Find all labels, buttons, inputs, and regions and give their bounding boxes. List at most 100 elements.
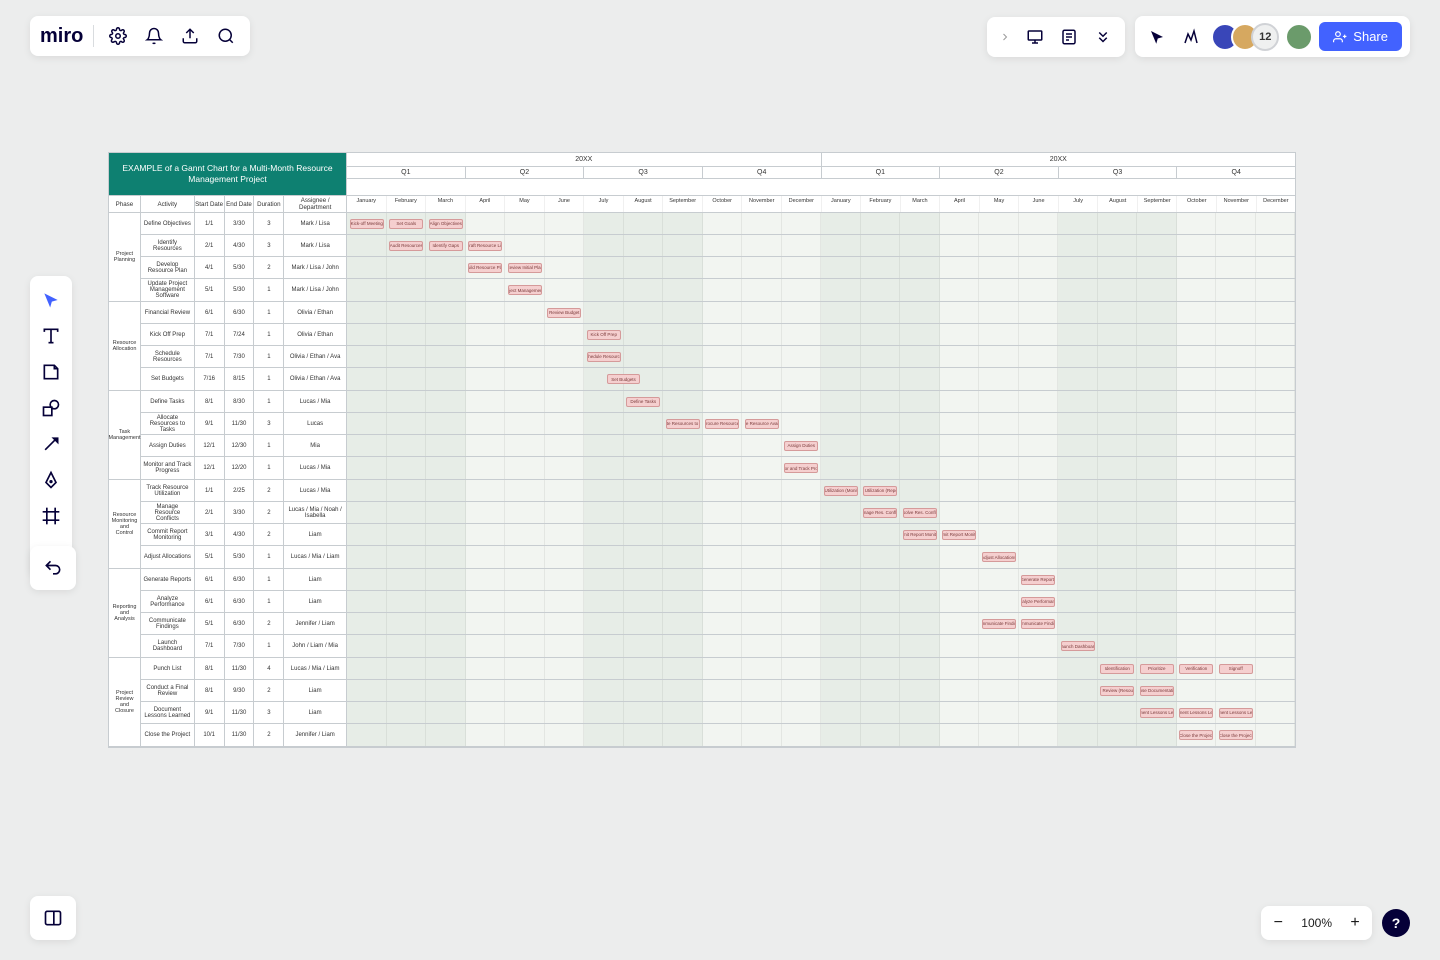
table-row[interactable]: Schedule Resources7/17/301Olivia / Ethan… (141, 346, 1295, 368)
gantt-bar[interactable]: Signoff (1219, 664, 1253, 674)
table-row[interactable]: Define Objectives1/13/303Mark / LisaKick… (141, 213, 1295, 235)
table-row[interactable]: Launch Dashboard7/17/301John / Liam / Mi… (141, 635, 1295, 657)
hide-panels-icon[interactable] (1089, 23, 1117, 51)
table-row[interactable]: Develop Resource Plan4/15/302Mark / Lisa… (141, 257, 1295, 279)
gantt-bar[interactable]: Close the Project (1179, 730, 1213, 740)
frames-panel-button[interactable] (30, 896, 76, 940)
table-row[interactable]: Document Lessons Learned9/111/303LiamDoc… (141, 702, 1295, 724)
undo-button[interactable] (36, 552, 70, 584)
cursor-icon[interactable] (1143, 23, 1171, 51)
table-row[interactable]: Financial Review6/16/301Olivia / EthanRe… (141, 302, 1295, 324)
gantt-bar[interactable]: Document Lessons Learned (1179, 708, 1213, 718)
tool-text[interactable] (34, 320, 68, 352)
comments-icon[interactable] (1055, 23, 1083, 51)
gantt-bar[interactable]: Commit Report Monitoring (942, 530, 976, 540)
share-button[interactable]: Share (1319, 22, 1402, 51)
gantt-bar[interactable]: Manage Res. Conflicts (863, 508, 897, 518)
gantt-bar[interactable]: Prioritize (1140, 664, 1174, 674)
table-row[interactable]: Close the Project10/111/302Jennifer / Li… (141, 724, 1295, 746)
table-row[interactable]: Conduct a Final Review8/19/302LiamFinal … (141, 680, 1295, 702)
gantt-bar[interactable]: Align Objectives (429, 219, 463, 229)
gantt-bar[interactable]: Kick-off Meeting (350, 219, 384, 229)
tool-pen[interactable] (34, 464, 68, 496)
table-row[interactable]: Assign Duties12/112/301MiaAssign Duties (141, 435, 1295, 457)
table-row[interactable]: Allocate Resources to Tasks9/111/303Luca… (141, 413, 1295, 435)
table-row[interactable]: Adjust Allocations5/15/301Lucas / Mia / … (141, 546, 1295, 568)
gantt-bar[interactable]: Monitor and Track Progress (784, 463, 818, 473)
tool-sticky[interactable] (34, 356, 68, 388)
grid-cell (782, 702, 822, 723)
avatar[interactable] (1285, 23, 1313, 51)
table-row[interactable]: Monitor and Track Progress12/112/201Luca… (141, 457, 1295, 479)
gantt-bar[interactable]: Build Resource Plan (468, 263, 502, 273)
logo[interactable]: miro (40, 25, 83, 48)
gantt-bar[interactable]: Launch Dashboard (1061, 641, 1095, 651)
tool-shapes[interactable] (34, 392, 68, 424)
gantt-bar[interactable]: Track Utilization (Monitoring) (824, 486, 858, 496)
gantt-bar[interactable]: Set Budgets (607, 374, 641, 384)
gantt-bar[interactable]: Generate Reports (1021, 575, 1055, 585)
zoom-out-button[interactable]: − (1265, 910, 1291, 936)
tool-frame[interactable] (34, 500, 68, 532)
table-row[interactable]: Punch List8/111/304Lucas / Mia / LiamIde… (141, 658, 1295, 680)
gantt-bar[interactable]: Final Review (Resources) (1100, 686, 1134, 696)
gantt-bar[interactable]: Commit Report Monitoring (903, 530, 937, 540)
gantt-bar[interactable]: Resolve Res. Conflicts (903, 508, 937, 518)
gantt-bar[interactable]: Define Tasks (626, 397, 660, 407)
gantt-bar[interactable]: Procure Resources (705, 419, 739, 429)
gantt-bar[interactable]: Review Initial Plan (508, 263, 542, 273)
gantt-bar[interactable]: Identify Gaps (429, 241, 463, 251)
table-row[interactable]: Manage Resource Conflicts2/13/302Lucas /… (141, 502, 1295, 524)
tool-line[interactable] (34, 428, 68, 460)
gantt-bar[interactable]: Close Documentation (1140, 686, 1174, 696)
cell: 1 (254, 635, 284, 657)
gantt-bar[interactable]: Schedule Resources (587, 352, 621, 362)
gantt-bar[interactable]: Communicate Findings (1021, 619, 1055, 629)
grid-cell (703, 502, 743, 523)
grid-cell (1019, 368, 1059, 390)
gantt-bar[interactable]: Adjust Allocations (982, 552, 1016, 562)
avatar-count[interactable]: 12 (1251, 23, 1279, 51)
help-button[interactable]: ? (1382, 909, 1410, 937)
chevron-right-icon[interactable] (995, 23, 1015, 51)
gantt-bar[interactable]: Track Utilization (Reporting) (863, 486, 897, 496)
avatar-stack[interactable]: 12 (1211, 23, 1313, 51)
gantt-bar[interactable]: Verification (1179, 664, 1213, 674)
table-row[interactable]: Commit Report Monitoring3/14/302LiamComm… (141, 524, 1295, 546)
table-row[interactable]: Generate Reports6/16/301LiamGenerate Rep… (141, 569, 1295, 591)
table-row[interactable]: Kick Off Prep7/17/241Olivia / EthanKick … (141, 324, 1295, 346)
gantt-bar[interactable]: Validate Resource Availability (745, 419, 779, 429)
gantt-bar[interactable]: Assign Duties (784, 441, 818, 451)
gantt-bar[interactable]: Review Budget (547, 308, 581, 318)
reactions-icon[interactable] (1177, 23, 1205, 51)
table-row[interactable]: Communicate Findings5/16/302Jennifer / L… (141, 613, 1295, 635)
gantt-bar[interactable]: Document Lessons Learned (1219, 708, 1253, 718)
table-row[interactable]: Analyze Performance6/16/301LiamAnalyze P… (141, 591, 1295, 613)
gantt-bar[interactable]: Draft Resource List (468, 241, 502, 251)
gantt-bar[interactable]: Document Lessons Learned (1140, 708, 1174, 718)
notifications-icon[interactable] (140, 22, 168, 50)
zoom-in-button[interactable]: + (1342, 910, 1368, 936)
gantt-bar[interactable]: Identification (1100, 664, 1134, 674)
gantt-bar[interactable]: Analyze Performance (1021, 597, 1055, 607)
table-row[interactable]: Update Project Management Software5/15/3… (141, 279, 1295, 301)
table-row[interactable]: Set Budgets7/168/151Olivia / Ethan / Ava… (141, 368, 1295, 390)
gantt-bar[interactable]: Kick Off Prep (587, 330, 621, 340)
gantt-bar[interactable]: Audit Resources (389, 241, 423, 251)
present-icon[interactable] (1021, 23, 1049, 51)
tool-select[interactable] (34, 284, 68, 316)
gantt-bar[interactable]: Close the Project (1219, 730, 1253, 740)
table-row[interactable]: Track Resource Utilization1/12/252Lucas … (141, 480, 1295, 502)
table-row[interactable]: Identify Resources2/14/303Mark / LisaAud… (141, 235, 1295, 257)
gantt-bar[interactable]: Communicate Findings (982, 619, 1016, 629)
export-icon[interactable] (176, 22, 204, 50)
gantt-bar[interactable]: Allocate Resources to Tasks (666, 419, 700, 429)
gantt-chart[interactable]: EXAMPLE of a Gannt Chart for a Multi-Mon… (108, 152, 1296, 748)
gantt-bar[interactable]: Update Project Management Software (508, 285, 542, 295)
gantt-bar[interactable]: Set Goals (389, 219, 423, 229)
table-row[interactable]: Define Tasks8/18/301Lucas / MiaDefine Ta… (141, 391, 1295, 413)
zoom-level[interactable]: 100% (1295, 916, 1338, 930)
search-icon[interactable] (212, 22, 240, 50)
settings-icon[interactable] (104, 22, 132, 50)
grid-cell (387, 279, 427, 301)
